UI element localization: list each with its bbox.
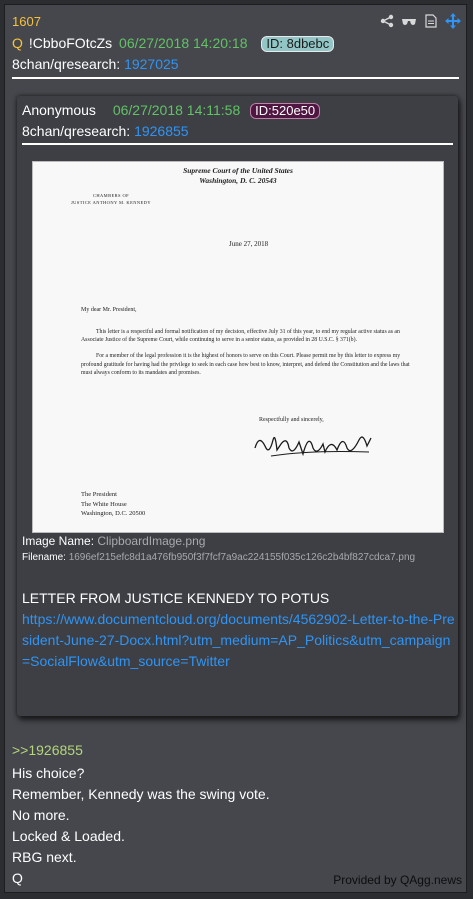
tripcode: !CbboFOtcZs — [28, 35, 113, 51]
share-icon[interactable] — [379, 13, 395, 29]
letter-date: June 27, 2018 — [229, 240, 269, 248]
body-line: Q — [12, 870, 23, 886]
body-line: His choice? — [12, 765, 85, 781]
header-divider — [12, 77, 459, 79]
poster-id-badge[interactable]: ID: 8dbebc — [261, 36, 335, 52]
letter-greeting: My dear Mr. President, — [81, 307, 137, 313]
quoted-board-name: 8chan/qresearch: — [22, 123, 131, 139]
body-line: Remember, Kennedy was the swing vote. — [12, 786, 270, 802]
signature-image — [251, 426, 381, 471]
letter-body: This letter is a respectful and formal n… — [81, 328, 416, 385]
letter-closing: Respectfully and sincerely, — [259, 417, 324, 423]
filename-row: Filename: 1696ef215efc8d1a476fb950f3f7fc… — [22, 552, 415, 563]
board-line: 8chan/qresearch: 1927025 — [12, 56, 179, 72]
q-marker: Q — [12, 35, 23, 51]
letter-address-line2: The White House — [81, 500, 127, 508]
letter-chambers: CHAMBERS OF JUSTICE ANTHONY M. KENNEDY — [71, 192, 151, 206]
quoted-url-link[interactable]: https://www.documentcloud.org/documents/… — [22, 611, 455, 669]
image-name-label: Image Name: — [22, 534, 95, 548]
image-name-row: Image Name: ClipboardImage.png — [22, 534, 205, 548]
body-line: No more. — [12, 807, 70, 823]
quoted-header: Anonymous 06/27/2018 14:11:58 ID:520e50 — [22, 102, 321, 119]
post-header: Q !CbboFOtcZs 06/27/2018 14:20:18 ID: 8db… — [12, 35, 335, 52]
glasses-icon[interactable] — [401, 13, 417, 29]
provided-by-credit[interactable]: Provided by QAgg.news — [333, 873, 462, 887]
quoted-post: Anonymous 06/27/2018 14:11:58 ID:520e50 … — [17, 96, 458, 716]
move-icon[interactable] — [445, 13, 461, 29]
post-body: His choice? Remember, Kennedy was the sw… — [12, 763, 270, 889]
post-toolbar — [379, 13, 461, 29]
reply-link[interactable]: >>1926855 — [12, 742, 83, 758]
quoted-board-line: 8chan/qresearch: 1926855 — [22, 123, 189, 139]
letter-address: The President The White House Washington… — [81, 490, 145, 519]
filename-label: Filename: — [22, 552, 66, 563]
quoted-id-badge[interactable]: ID:520e50 — [250, 103, 321, 119]
body-line: Locked & Loaded. — [12, 828, 125, 844]
board-post-link[interactable]: 1927025 — [124, 56, 179, 72]
letter-chambers-line2: JUSTICE ANTHONY M. KENNEDY — [71, 200, 151, 205]
quoted-divider — [22, 143, 453, 145]
post-number[interactable]: 1607 — [12, 14, 41, 29]
letter-court-city: Washington, D. C. 20543 — [199, 176, 277, 185]
letter-paragraph-1: This letter is a respectful and formal n… — [81, 329, 400, 344]
letter-court-name: Supreme Court of the United States — [183, 166, 293, 175]
letter-chambers-line1: CHAMBERS OF — [92, 193, 130, 198]
image-name-value[interactable]: ClipboardImage.png — [97, 534, 205, 548]
quoted-headline: LETTER FROM JUSTICE KENNEDY TO POTUS — [22, 590, 330, 606]
board-name: 8chan/qresearch: — [12, 56, 121, 72]
quoted-datetime: 06/27/2018 14:11:58 — [112, 102, 241, 118]
letter-address-line1: The President — [81, 491, 117, 498]
quoted-author: Anonymous — [22, 102, 96, 118]
letter-address-line3: Washington, D.C. 20500 — [81, 510, 146, 517]
body-line: RBG next. — [12, 849, 77, 865]
quoted-text: LETTER FROM JUSTICE KENNEDY TO POTUS htt… — [22, 588, 457, 672]
quoted-post-link[interactable]: 1926855 — [134, 123, 189, 139]
letter-image[interactable]: Supreme Court of the United States Washi… — [32, 161, 444, 533]
q-post: 1607 Q !CbboFOtcZs 06/27/2018 14:20:18 I… — [4, 4, 467, 893]
filename-value[interactable]: 1696ef215efc8d1a476fb950f3f7fcf7a9ac2241… — [69, 552, 415, 563]
letter-paragraph-2: For a member of the legal profession it … — [81, 353, 410, 376]
post-datetime: 06/27/2018 14:20:18 — [119, 35, 248, 51]
document-icon[interactable] — [423, 13, 439, 29]
